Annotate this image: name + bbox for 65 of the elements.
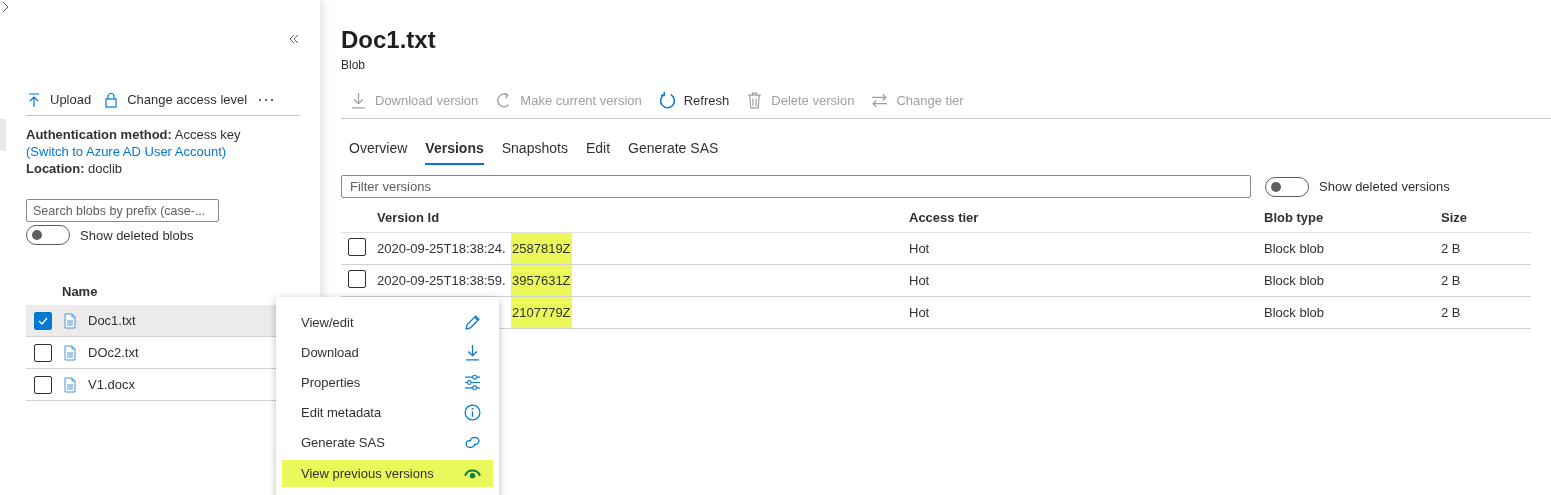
info-icon: [464, 403, 481, 421]
blob-subtitle: Blob: [341, 58, 366, 72]
toolbar-button[interactable]: Upload: [26, 91, 92, 108]
download-icon: [464, 343, 481, 361]
tab[interactable]: Versions: [417, 132, 492, 165]
location-text: Location: doclib: [26, 160, 124, 177]
file-name: V1.docx: [88, 377, 135, 392]
toolbar-button[interactable]: Change access level: [103, 91, 248, 108]
toggle-label: Show deleted versions: [1319, 179, 1450, 194]
tab[interactable]: Overview: [341, 132, 416, 165]
column-header[interactable]: Blob type: [1264, 209, 1324, 225]
column-header[interactable]: Size: [1441, 209, 1467, 225]
download-icon: [350, 92, 367, 109]
tab[interactable]: Generate SAS: [620, 132, 727, 165]
blob-title: Doc1.txt: [341, 25, 437, 55]
more-icon: [259, 98, 274, 101]
table-cell: Block blob: [1264, 240, 1324, 256]
sliders-icon: [464, 373, 481, 391]
tab[interactable]: Snapshots: [493, 132, 576, 165]
upload-icon: [26, 91, 42, 108]
checkbox[interactable]: [34, 375, 52, 394]
checkbox[interactable]: [34, 311, 52, 330]
table-cell: Hot: [909, 304, 930, 320]
trash-icon: [746, 92, 764, 109]
file-icon: [62, 376, 78, 393]
table-cell: 2 B: [1441, 272, 1461, 288]
more-button[interactable]: [259, 98, 274, 101]
file-name: Doc1.txt: [88, 313, 136, 328]
switch-account-link[interactable]: (Switch to Azure AD User Account): [26, 144, 227, 159]
table-cell: Hot: [909, 240, 930, 256]
table-cell: 2 B: [1441, 240, 1461, 256]
file-name: DOc2.txt: [88, 345, 139, 360]
version-id-text: 2020-09-25T18:38:24.: [377, 239, 507, 258]
column-header[interactable]: Access tier: [909, 209, 979, 225]
lock-icon: [103, 91, 120, 108]
highlighted-text: 3957631Z: [511, 264, 572, 296]
table-cell: Block blob: [1264, 304, 1324, 320]
swap-arrows-icon: [871, 92, 889, 109]
toggle-label: Show deleted blobs: [80, 227, 194, 243]
menu-item[interactable]: View previous versions: [282, 460, 493, 487]
table-cell: Hot: [909, 272, 930, 288]
collapse-icon[interactable]: [288, 33, 300, 45]
toggle-switch[interactable]: [26, 225, 70, 245]
version-id-text: 2020-09-25T18:38:59.: [377, 271, 507, 290]
file-icon: [62, 312, 78, 329]
search-field[interactable]: Search blobs by prefix (case-...: [26, 199, 219, 222]
toggle-switch[interactable]: [1265, 176, 1309, 197]
menu-item[interactable]: Generate SAS: [282, 427, 493, 457]
pencil-icon: [464, 313, 481, 331]
column-header[interactable]: Name: [26, 277, 300, 305]
checkbox[interactable]: [348, 237, 366, 256]
refresh-icon: [658, 92, 676, 109]
highlighted-text: 2107779Z: [511, 296, 572, 328]
checkbox[interactable]: [34, 343, 52, 362]
toolbar-button[interactable]: Refresh: [658, 92, 730, 109]
file-icon: [62, 344, 78, 361]
column-header[interactable]: Version Id: [377, 209, 440, 225]
auth-method-text: Authentication method: Access key (Switch to Azure AD User Account): [26, 126, 242, 160]
tab[interactable]: Edit: [577, 132, 619, 165]
highlighted-text: 2587819Z: [511, 232, 572, 264]
table-cell: 2 B: [1441, 304, 1461, 320]
filter-field[interactable]: Filter versions: [341, 175, 1251, 198]
checkbox[interactable]: [348, 269, 366, 288]
table-cell: Block blob: [1264, 272, 1324, 288]
chevron-right-icon[interactable]: [2, 1, 10, 13]
